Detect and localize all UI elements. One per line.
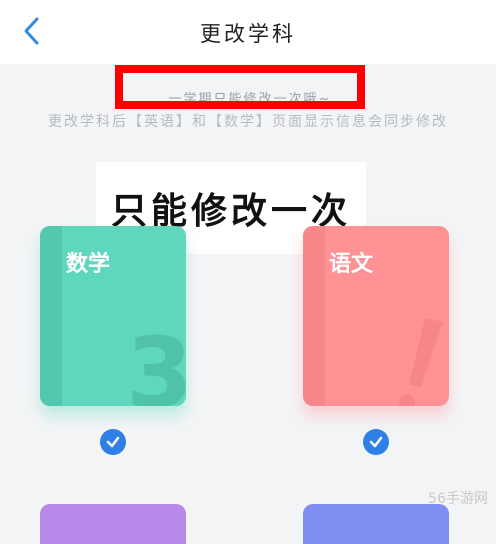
subject-card-math[interactable]: 数学 3 [40,226,186,406]
page-title: 更改学科 [200,22,296,46]
subject-label-math: 数学 [66,252,111,277]
subject-card-chinese[interactable]: 语文 [303,226,449,406]
watermark: 56手游网 [428,491,488,507]
exclamation-decoration-icon [399,318,443,406]
subject-label-chinese: 语文 [329,252,374,277]
book-spine [303,226,325,406]
numeral-3-decoration-icon: 3 [126,322,186,406]
chinese-selected-checkbox[interactable] [363,429,389,455]
subject-card-partial[interactable] [303,504,449,544]
highlight-box [115,65,365,109]
math-selected-checkbox[interactable] [100,429,126,455]
svg-text:3: 3 [126,322,186,406]
checkmark-icon [369,436,383,448]
subject-card-partial[interactable] [40,504,186,544]
book-spine [40,226,62,406]
header-bar: 更改学科 [0,0,496,64]
checkmark-icon [106,436,120,448]
sync-hint-text: 更改学科后【英语】和【数学】页面显示信息会同步修改 [48,114,448,130]
